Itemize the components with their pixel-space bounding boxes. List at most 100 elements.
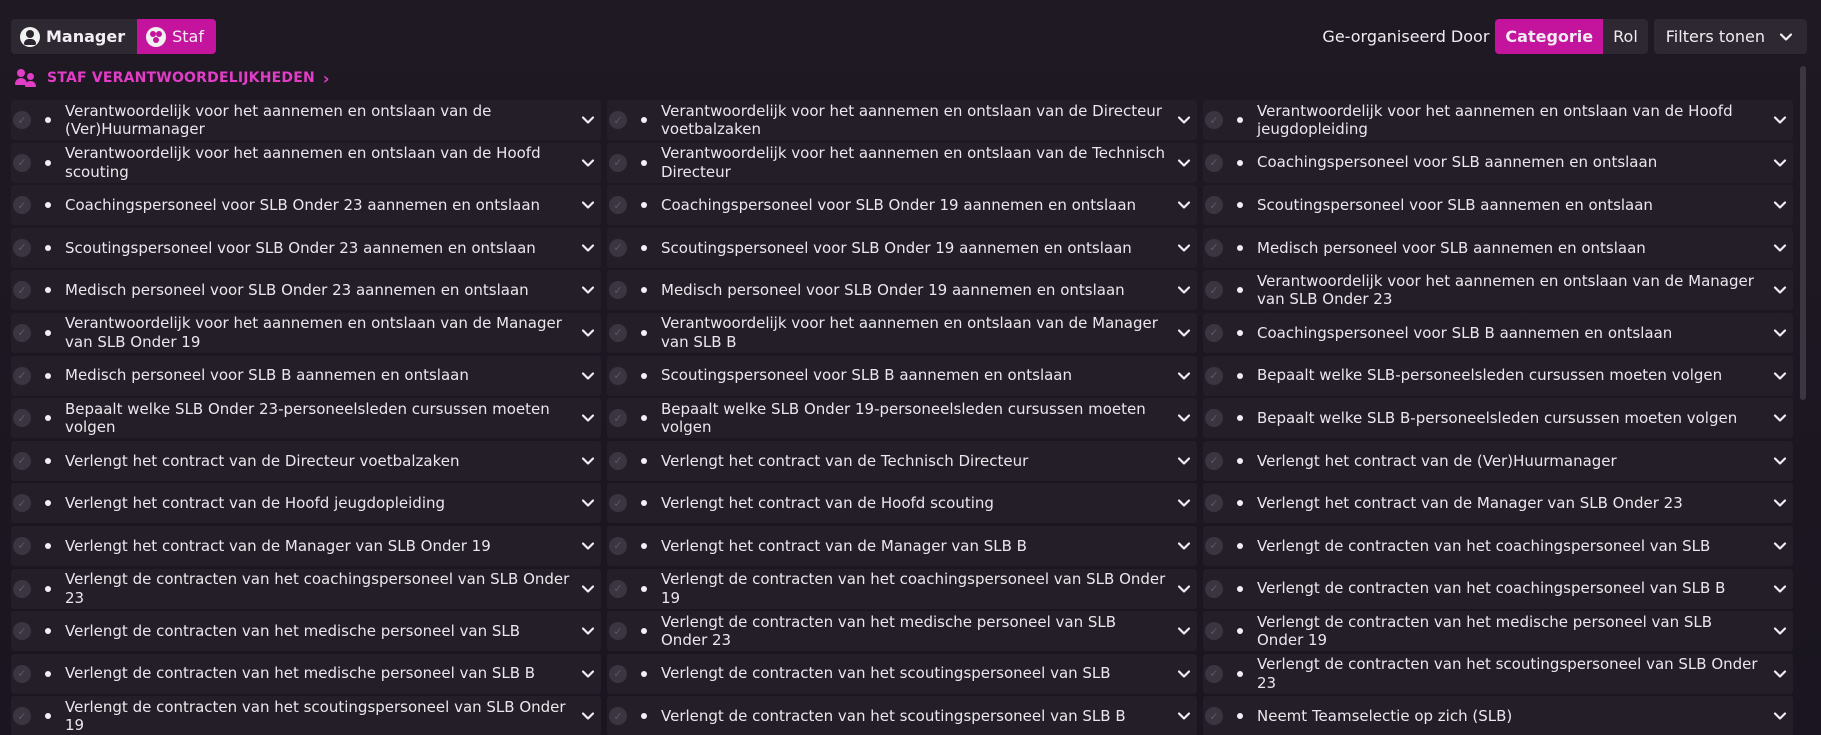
check-icon[interactable]: ✓: [609, 409, 627, 428]
chevron-down-icon[interactable]: [1177, 113, 1191, 127]
check-icon[interactable]: ✓: [609, 664, 627, 683]
chevron-down-icon[interactable]: [581, 326, 595, 340]
responsibility-item[interactable]: ✓ Coachingspersoneel voor SLB Onder 19 aa…: [607, 185, 1197, 226]
responsibility-item[interactable]: ✓ Scoutingspersoneel voor SLB aannemen en…: [1203, 185, 1793, 226]
check-icon[interactable]: ✓: [1205, 323, 1223, 342]
section-header[interactable]: STAF VERANTWOORDELIJKHEDEN ›: [15, 68, 330, 88]
responsibility-item[interactable]: ✓ Verlengt de contracten van het medische…: [11, 653, 601, 694]
chevron-down-icon[interactable]: [1177, 496, 1191, 510]
responsibility-item[interactable]: ✓ Verlengt de contracten van het scouting…: [607, 653, 1197, 694]
chevron-down-icon[interactable]: [1773, 624, 1787, 638]
responsibility-item[interactable]: ✓ Verlengt de contracten van het medische…: [1203, 611, 1793, 652]
check-icon[interactable]: ✓: [609, 707, 627, 726]
responsibility-item[interactable]: ✓ Bepaalt welke SLB Onder 19-personeelsle…: [607, 398, 1197, 439]
chevron-down-icon[interactable]: [1177, 326, 1191, 340]
check-icon[interactable]: ✓: [1205, 494, 1223, 513]
check-icon[interactable]: ✓: [13, 579, 31, 598]
chevron-down-icon[interactable]: [1773, 156, 1787, 170]
check-icon[interactable]: ✓: [609, 153, 627, 172]
chevron-down-icon[interactable]: [1177, 667, 1191, 681]
responsibility-item[interactable]: ✓ Scoutingspersoneel voor SLB Onder 23 aa…: [11, 227, 601, 268]
check-icon[interactable]: ✓: [609, 281, 627, 300]
responsibility-item[interactable]: ✓ Verantwoordelijk voor het aannemen en o…: [607, 100, 1197, 140]
chevron-down-icon[interactable]: [1773, 283, 1787, 297]
check-icon[interactable]: ✓: [13, 323, 31, 342]
check-icon[interactable]: ✓: [13, 707, 31, 726]
responsibility-item[interactable]: ✓ Verlengt de contracten van het scouting…: [11, 696, 601, 735]
check-icon[interactable]: ✓: [1205, 153, 1223, 172]
responsibility-item[interactable]: ✓ Verlengt het contract van de Technisch …: [607, 440, 1197, 481]
responsibility-item[interactable]: ✓ Verlengt de contracten van het scouting…: [1203, 653, 1793, 694]
chevron-down-icon[interactable]: [1177, 156, 1191, 170]
check-icon[interactable]: ✓: [1205, 281, 1223, 300]
chevron-down-icon[interactable]: [1773, 496, 1787, 510]
chevron-down-icon[interactable]: [1177, 411, 1191, 425]
responsibility-item[interactable]: ✓ Verlengt de contracten van het coaching…: [11, 568, 601, 609]
chevron-down-icon[interactable]: [1177, 369, 1191, 383]
scrollbar[interactable]: [1800, 66, 1806, 400]
responsibility-item[interactable]: ✓ Verlengt de contracten van het medische…: [607, 611, 1197, 652]
responsibility-item[interactable]: ✓ Scoutingspersoneel voor SLB Onder 19 aa…: [607, 227, 1197, 268]
responsibility-item[interactable]: ✓ Verlengt het contract van de (Ver)Huurm…: [1203, 440, 1793, 481]
chevron-down-icon[interactable]: [1773, 369, 1787, 383]
check-icon[interactable]: ✓: [13, 536, 31, 555]
check-icon[interactable]: ✓: [13, 664, 31, 683]
chevron-down-icon[interactable]: [581, 113, 595, 127]
check-icon[interactable]: ✓: [609, 494, 627, 513]
chevron-down-icon[interactable]: [1177, 241, 1191, 255]
responsibility-item[interactable]: ✓ Scoutingspersoneel voor SLB B aannemen …: [607, 355, 1197, 396]
chevron-down-icon[interactable]: [1177, 709, 1191, 723]
chevron-down-icon[interactable]: [581, 198, 595, 212]
chevron-down-icon[interactable]: [1177, 454, 1191, 468]
responsibility-item[interactable]: ✓ Verantwoordelijk voor het aannemen en o…: [11, 100, 601, 140]
chevron-down-icon[interactable]: [581, 667, 595, 681]
check-icon[interactable]: ✓: [1205, 366, 1223, 385]
check-icon[interactable]: ✓: [13, 451, 31, 470]
check-icon[interactable]: ✓: [1205, 196, 1223, 215]
check-icon[interactable]: ✓: [13, 409, 31, 428]
check-icon[interactable]: ✓: [1205, 409, 1223, 428]
responsibility-item[interactable]: ✓ Coachingspersoneel voor SLB Onder 23 aa…: [11, 185, 601, 226]
responsibility-item[interactable]: ✓ Verantwoordelijk voor het aannemen en o…: [1203, 100, 1793, 140]
check-icon[interactable]: ✓: [609, 451, 627, 470]
chevron-down-icon[interactable]: [1177, 283, 1191, 297]
staff-toggle-button[interactable]: Staf: [137, 19, 216, 54]
organize-option-role[interactable]: Rol: [1603, 19, 1648, 54]
check-icon[interactable]: ✓: [13, 622, 31, 641]
responsibility-item[interactable]: ✓ Medisch personeel voor SLB Onder 19 aan…: [607, 270, 1197, 311]
chevron-down-icon[interactable]: [581, 156, 595, 170]
organize-option-category[interactable]: Categorie: [1495, 19, 1604, 54]
check-icon[interactable]: ✓: [13, 153, 31, 172]
chevron-down-icon[interactable]: [581, 369, 595, 383]
check-icon[interactable]: ✓: [13, 196, 31, 215]
responsibility-item[interactable]: ✓ Verlengt de contracten van het scouting…: [607, 696, 1197, 735]
chevron-down-icon[interactable]: [581, 582, 595, 596]
chevron-down-icon[interactable]: [1773, 411, 1787, 425]
responsibility-item[interactable]: ✓ Bepaalt welke SLB-personeelsleden cursu…: [1203, 355, 1793, 396]
responsibility-item[interactable]: ✓ Verlengt het contract van de Hoofd jeug…: [11, 483, 601, 524]
chevron-down-icon[interactable]: [1773, 326, 1787, 340]
chevron-down-icon[interactable]: [1773, 454, 1787, 468]
check-icon[interactable]: ✓: [1205, 622, 1223, 641]
chevron-down-icon[interactable]: [1773, 198, 1787, 212]
responsibility-item[interactable]: ✓ Verlengt het contract van de Directeur …: [11, 440, 601, 481]
check-icon[interactable]: ✓: [13, 494, 31, 513]
responsibility-item[interactable]: ✓ Verlengt de contracten van het coaching…: [1203, 568, 1793, 609]
chevron-down-icon[interactable]: [1773, 582, 1787, 596]
check-icon[interactable]: ✓: [609, 622, 627, 641]
chevron-down-icon[interactable]: [1773, 113, 1787, 127]
responsibility-item[interactable]: ✓ Coachingspersoneel voor SLB B aannemen …: [1203, 312, 1793, 353]
chevron-down-icon[interactable]: [1773, 667, 1787, 681]
chevron-down-icon[interactable]: [1177, 624, 1191, 638]
check-icon[interactable]: ✓: [13, 111, 31, 129]
show-filters-button[interactable]: Filters tonen: [1653, 19, 1807, 54]
check-icon[interactable]: ✓: [1205, 536, 1223, 555]
responsibility-item[interactable]: ✓ Verantwoordelijk voor het aannemen en o…: [11, 142, 601, 183]
chevron-down-icon[interactable]: [581, 709, 595, 723]
check-icon[interactable]: ✓: [609, 111, 627, 129]
responsibility-item[interactable]: ✓ Verlengt het contract van de Manager va…: [1203, 483, 1793, 524]
chevron-down-icon[interactable]: [581, 496, 595, 510]
responsibility-item[interactable]: ✓ Verantwoordelijk voor het aannemen en o…: [1203, 270, 1793, 311]
manager-toggle-button[interactable]: Manager: [11, 19, 137, 54]
responsibility-item[interactable]: ✓ Verlengt het contract van de Manager va…: [607, 525, 1197, 566]
